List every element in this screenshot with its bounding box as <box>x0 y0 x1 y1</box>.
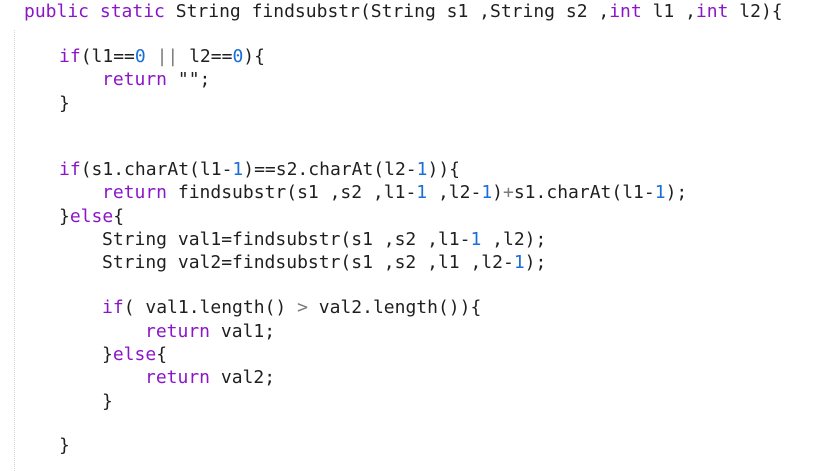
code-token: 0 <box>134 46 146 67</box>
code-line[interactable]: return val1; <box>145 320 275 343</box>
code-line[interactable]: if(l1==0 || l2==0){ <box>59 45 265 68</box>
code-token: || <box>156 46 179 67</box>
code-line[interactable]: if( val1.length() > val2.length()){ <box>102 296 481 319</box>
indent-guide <box>14 30 15 471</box>
code-line[interactable]: String val2=findsubstr(s1 ,s2 ,l1 ,l2-1)… <box>102 251 546 274</box>
code-token: )){ <box>427 159 460 180</box>
code-token: String findsubstr(String s1 ,String s2 , <box>164 1 610 22</box>
code-token: { <box>113 206 125 227</box>
code-line[interactable]: return val2; <box>145 366 275 389</box>
code-token: l2){ <box>728 1 783 22</box>
code-token: if <box>59 46 81 67</box>
code-token: else <box>69 206 114 227</box>
code-token: int <box>609 1 642 22</box>
code-line[interactable]: return ""; <box>102 68 210 91</box>
code-token: } <box>102 344 113 365</box>
code-token: > <box>297 297 308 318</box>
code-line[interactable]: }else{ <box>102 343 167 366</box>
code-token: val2; <box>210 367 276 388</box>
code-line[interactable]: } <box>59 92 70 115</box>
code-token: if <box>102 297 124 318</box>
code-line[interactable]: String val1=findsubstr(s1 ,s2 ,l1-1 ,l2)… <box>102 228 546 251</box>
code-token: else <box>112 344 157 365</box>
code-token: 1 <box>654 182 666 203</box>
code-token: } <box>59 206 70 227</box>
code-token: 1 <box>513 252 525 273</box>
code-token: ""; <box>167 69 211 90</box>
code-token: String val2=findsubstr(s1 ,s2 ,l1 ,l2- <box>102 252 514 273</box>
code-token: } <box>102 391 113 412</box>
code-line[interactable]: } <box>102 390 113 413</box>
code-token: public static <box>24 1 165 22</box>
code-token: 1 <box>416 182 428 203</box>
code-token: { <box>156 344 168 365</box>
code-token: s1.charAt(l1- <box>513 182 655 203</box>
code-token: 1 <box>481 182 493 203</box>
code-token: 0 <box>232 46 244 67</box>
code-line[interactable]: } <box>59 434 70 457</box>
code-line[interactable]: if(s1.charAt(l1-1)==s2.charAt(l2-1)){ <box>59 158 460 181</box>
code-token: ,l2- <box>427 182 482 203</box>
code-token: ); <box>665 182 688 203</box>
code-token: String val1=findsubstr(s1 ,s2 ,l1- <box>102 229 471 250</box>
code-token: l1 , <box>641 1 696 22</box>
code-token: } <box>59 93 70 114</box>
code-token: (s1.charAt(l1- <box>80 159 233 180</box>
code-token: ,l2); <box>481 229 547 250</box>
code-token: 1 <box>416 159 428 180</box>
code-token: (l1== <box>80 46 135 67</box>
code-token: 1 <box>232 159 244 180</box>
code-token: ){ <box>243 46 265 67</box>
code-token: ( val1.length() <box>123 297 298 318</box>
code-token: return <box>145 367 211 388</box>
code-line[interactable]: return findsubstr(s1 ,s2 ,l1-1 ,l2-1)+s1… <box>102 181 687 204</box>
code-token: l2== <box>178 46 233 67</box>
code-token: return <box>145 321 211 342</box>
code-token: if <box>59 159 81 180</box>
code-token: findsubstr(s1 ,s2 ,l1- <box>167 182 417 203</box>
code-line[interactable]: public static String findsubstr(String s… <box>24 0 783 23</box>
code-token: + <box>503 182 514 203</box>
code-token: val1; <box>210 321 276 342</box>
code-token: ) <box>492 182 503 203</box>
code-token: val2.length()){ <box>307 297 482 318</box>
code-token: 1 <box>470 229 482 250</box>
code-editor[interactable]: public static String findsubstr(String s… <box>0 0 818 471</box>
code-token: )==s2.charAt(l2- <box>243 159 417 180</box>
code-token: } <box>59 435 70 456</box>
code-token: ); <box>524 252 547 273</box>
code-token: return <box>102 69 168 90</box>
code-token: return <box>102 182 168 203</box>
code-token: int <box>695 1 729 22</box>
code-line[interactable]: }else{ <box>59 205 124 228</box>
